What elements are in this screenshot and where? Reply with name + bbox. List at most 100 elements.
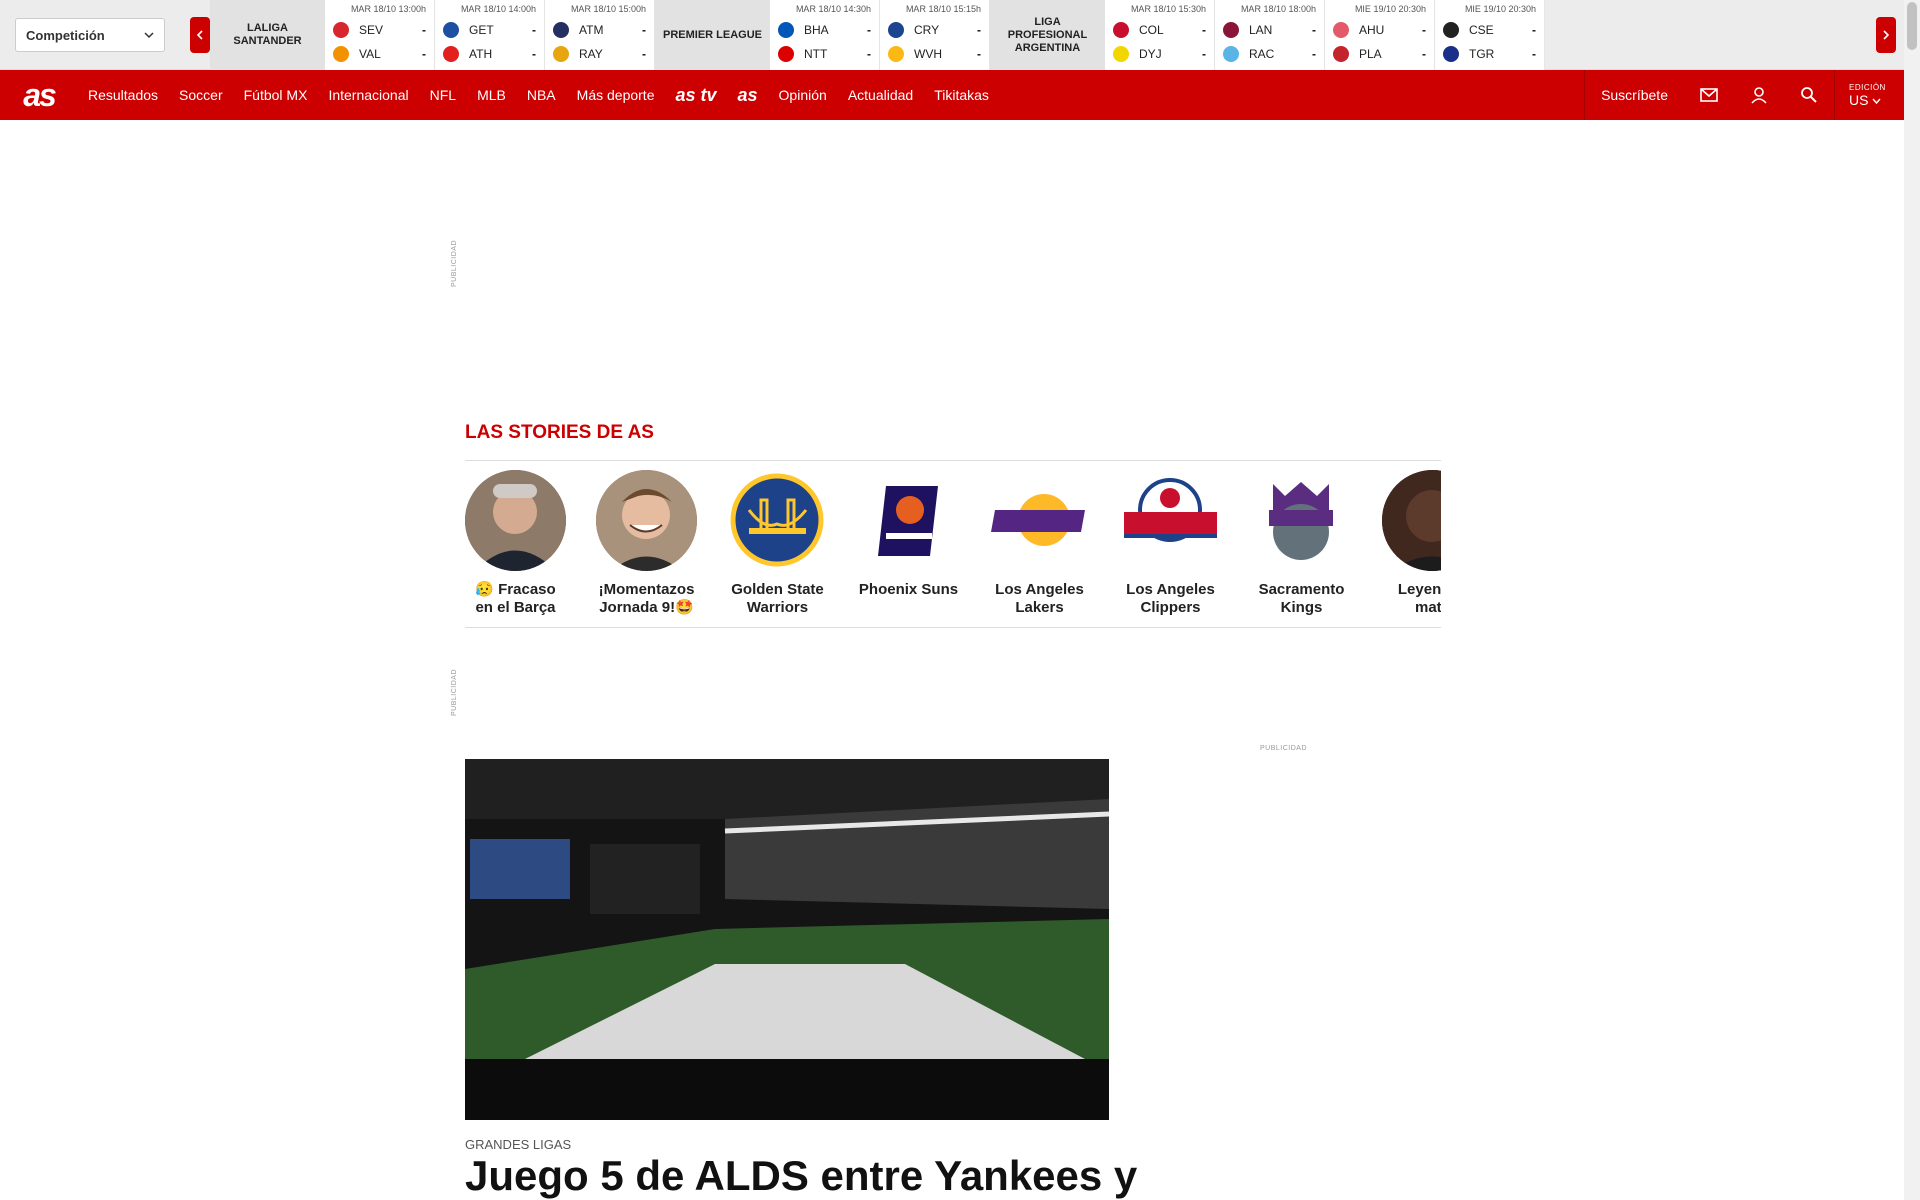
nav-item-as-tv[interactable]: as tv bbox=[675, 85, 716, 106]
nav-item-resultados[interactable]: Resultados bbox=[88, 87, 158, 103]
team-row: NTT - bbox=[778, 42, 871, 66]
competition-select-label: Competición bbox=[26, 27, 105, 43]
scrollbar-thumb[interactable] bbox=[1907, 2, 1917, 50]
nav-item-as-brand[interactable]: as bbox=[738, 85, 758, 106]
story-label: Leyendas mate bbox=[1397, 581, 1441, 616]
team-abbr: DYJ bbox=[1139, 47, 1162, 61]
league-label[interactable]: PREMIER LEAGUE bbox=[655, 0, 770, 70]
match-card[interactable]: MAR 18/10 14:00h GET - ATH - bbox=[435, 0, 545, 70]
match-card[interactable]: MAR 18/10 13:00h SEV - VAL - bbox=[325, 0, 435, 70]
story-item[interactable]: Golden State Warriors bbox=[727, 470, 828, 626]
match-card[interactable]: MIE 19/10 20:30h AHU - PLA - bbox=[1325, 0, 1435, 70]
subscribe-button[interactable]: Suscríbete bbox=[1584, 70, 1684, 120]
suns-logo-icon bbox=[858, 470, 959, 571]
nav-item-opinion[interactable]: Opinión bbox=[779, 87, 827, 103]
team-score: - bbox=[1312, 23, 1316, 37]
team-crest-icon bbox=[553, 46, 569, 62]
nav-item-soccer[interactable]: Soccer bbox=[179, 87, 223, 103]
match-date: MIE 19/10 20:30h bbox=[1354, 4, 1426, 14]
team-crest-icon bbox=[333, 22, 349, 38]
scroll-right-button[interactable] bbox=[1876, 17, 1896, 53]
nav-item-nfl[interactable]: NFL bbox=[430, 87, 456, 103]
team-abbr: RAC bbox=[1249, 47, 1275, 61]
nav-item-internacional[interactable]: Internacional bbox=[328, 87, 408, 103]
story-label: Sacramento Kings bbox=[1258, 581, 1345, 616]
newsletter-button[interactable] bbox=[1684, 70, 1734, 120]
league-label[interactable]: LIGA PROFESIONAL ARGENTINA bbox=[990, 0, 1105, 70]
nav-item-tikitakas[interactable]: Tikitakas bbox=[934, 87, 989, 103]
match-date: MAR 18/10 13:00h bbox=[350, 4, 426, 14]
story-item[interactable]: Los Angeles Clippers bbox=[1120, 470, 1221, 626]
hero-image[interactable] bbox=[465, 759, 1109, 1120]
story-label: Phoenix Suns bbox=[858, 581, 959, 598]
match-card[interactable]: MAR 18/10 15:30h COL - DYJ - bbox=[1105, 0, 1215, 70]
edition-selector[interactable]: EDICIÓN US bbox=[1834, 70, 1904, 120]
team-row: GET - bbox=[443, 18, 536, 42]
team-abbr: RAY bbox=[579, 47, 603, 61]
search-icon bbox=[1801, 87, 1817, 103]
team-score: - bbox=[867, 47, 871, 61]
stories-carousel: 😥 Fracaso en el Barça ¡Momentazos Jornad… bbox=[465, 470, 1441, 626]
nav-item-nba[interactable]: NBA bbox=[527, 87, 556, 103]
chevron-down-icon bbox=[144, 32, 154, 39]
team-row: LAN - bbox=[1223, 18, 1316, 42]
match-date: MAR 18/10 15:30h bbox=[1130, 4, 1206, 14]
scroll-left-button[interactable] bbox=[190, 17, 210, 53]
story-item[interactable]: 😥 Fracaso en el Barça bbox=[465, 470, 566, 626]
article-kicker[interactable]: GRANDES LIGAS bbox=[465, 1137, 571, 1152]
nav-item-mlb[interactable]: MLB bbox=[477, 87, 506, 103]
story-item[interactable]: Sacramento Kings bbox=[1251, 470, 1352, 626]
team-abbr: SEV bbox=[359, 23, 384, 37]
chevron-down-icon bbox=[1872, 98, 1881, 104]
nav-item-actualidad[interactable]: Actualidad bbox=[848, 87, 913, 103]
team-crest-icon bbox=[888, 46, 904, 62]
match-card[interactable]: MAR 18/10 18:00h LAN - RAC - bbox=[1215, 0, 1325, 70]
mail-icon bbox=[1700, 88, 1718, 102]
match-card[interactable]: MAR 18/10 14:30h BHA - NTT - bbox=[770, 0, 880, 70]
league-label[interactable]: LALIGA SANTANDER bbox=[210, 0, 325, 70]
article-headline[interactable]: Juego 5 de ALDS entre Yankees y bbox=[465, 1152, 1137, 1200]
team-score: - bbox=[977, 47, 981, 61]
nav-item-mas-deporte[interactable]: Más deporte bbox=[577, 87, 655, 103]
team-abbr: NTT bbox=[804, 47, 828, 61]
team-crest-icon bbox=[1223, 22, 1239, 38]
search-button[interactable] bbox=[1784, 70, 1834, 120]
match-date: MIE 19/10 20:30h bbox=[1464, 4, 1536, 14]
lakers-logo-icon bbox=[989, 470, 1090, 571]
team-row: CSE - bbox=[1443, 18, 1536, 42]
edition-label: EDICIÓN bbox=[1849, 82, 1886, 92]
divider bbox=[465, 460, 1441, 461]
story-item[interactable]: ¡Momentazos Jornada 9!🤩 bbox=[596, 470, 697, 626]
user-button[interactable] bbox=[1734, 70, 1784, 120]
team-row: DYJ - bbox=[1113, 42, 1206, 66]
match-date: MAR 18/10 18:00h bbox=[1240, 4, 1316, 14]
match-card[interactable]: MAR 18/10 15:15h CRY - WVH - bbox=[880, 0, 990, 70]
team-score: - bbox=[1202, 47, 1206, 61]
team-abbr: GET bbox=[469, 23, 494, 37]
match-card[interactable]: MIE 19/10 20:30h CSE - TGR - bbox=[1435, 0, 1545, 70]
team-crest-icon bbox=[1333, 22, 1349, 38]
team-row: WVH - bbox=[888, 42, 981, 66]
team-abbr: CSE bbox=[1469, 23, 1494, 37]
edition-value: US bbox=[1849, 92, 1904, 108]
story-item[interactable]: Los Angeles Lakers bbox=[989, 470, 1090, 626]
story-item[interactable]: Leyendas mate bbox=[1382, 470, 1441, 626]
ad-label: PUBLICIDAD bbox=[1260, 745, 1308, 752]
team-score: - bbox=[977, 23, 981, 37]
team-score: - bbox=[422, 23, 426, 37]
team-abbr: COL bbox=[1139, 23, 1164, 37]
team-score: - bbox=[532, 23, 536, 37]
nav-item-futbol-mx[interactable]: Fútbol MX bbox=[244, 87, 308, 103]
match-date: MAR 18/10 15:15h bbox=[905, 4, 981, 14]
match-card[interactable]: MAR 18/10 15:00h ATM - RAY - bbox=[545, 0, 655, 70]
competition-select[interactable]: Competición bbox=[15, 18, 165, 52]
story-item[interactable]: Phoenix Suns bbox=[858, 470, 959, 626]
page-scrollbar[interactable] bbox=[1904, 0, 1920, 1200]
team-score: - bbox=[1422, 23, 1426, 37]
scores-track: LALIGA SANTANDER MAR 18/10 13:00h SEV - V… bbox=[210, 0, 1545, 70]
team-abbr: CRY bbox=[914, 23, 940, 37]
as-logo[interactable]: as bbox=[4, 70, 74, 120]
team-score: - bbox=[532, 47, 536, 61]
nav-right: Suscríbete EDICIÓN US bbox=[1584, 70, 1904, 120]
team-crest-icon bbox=[888, 22, 904, 38]
